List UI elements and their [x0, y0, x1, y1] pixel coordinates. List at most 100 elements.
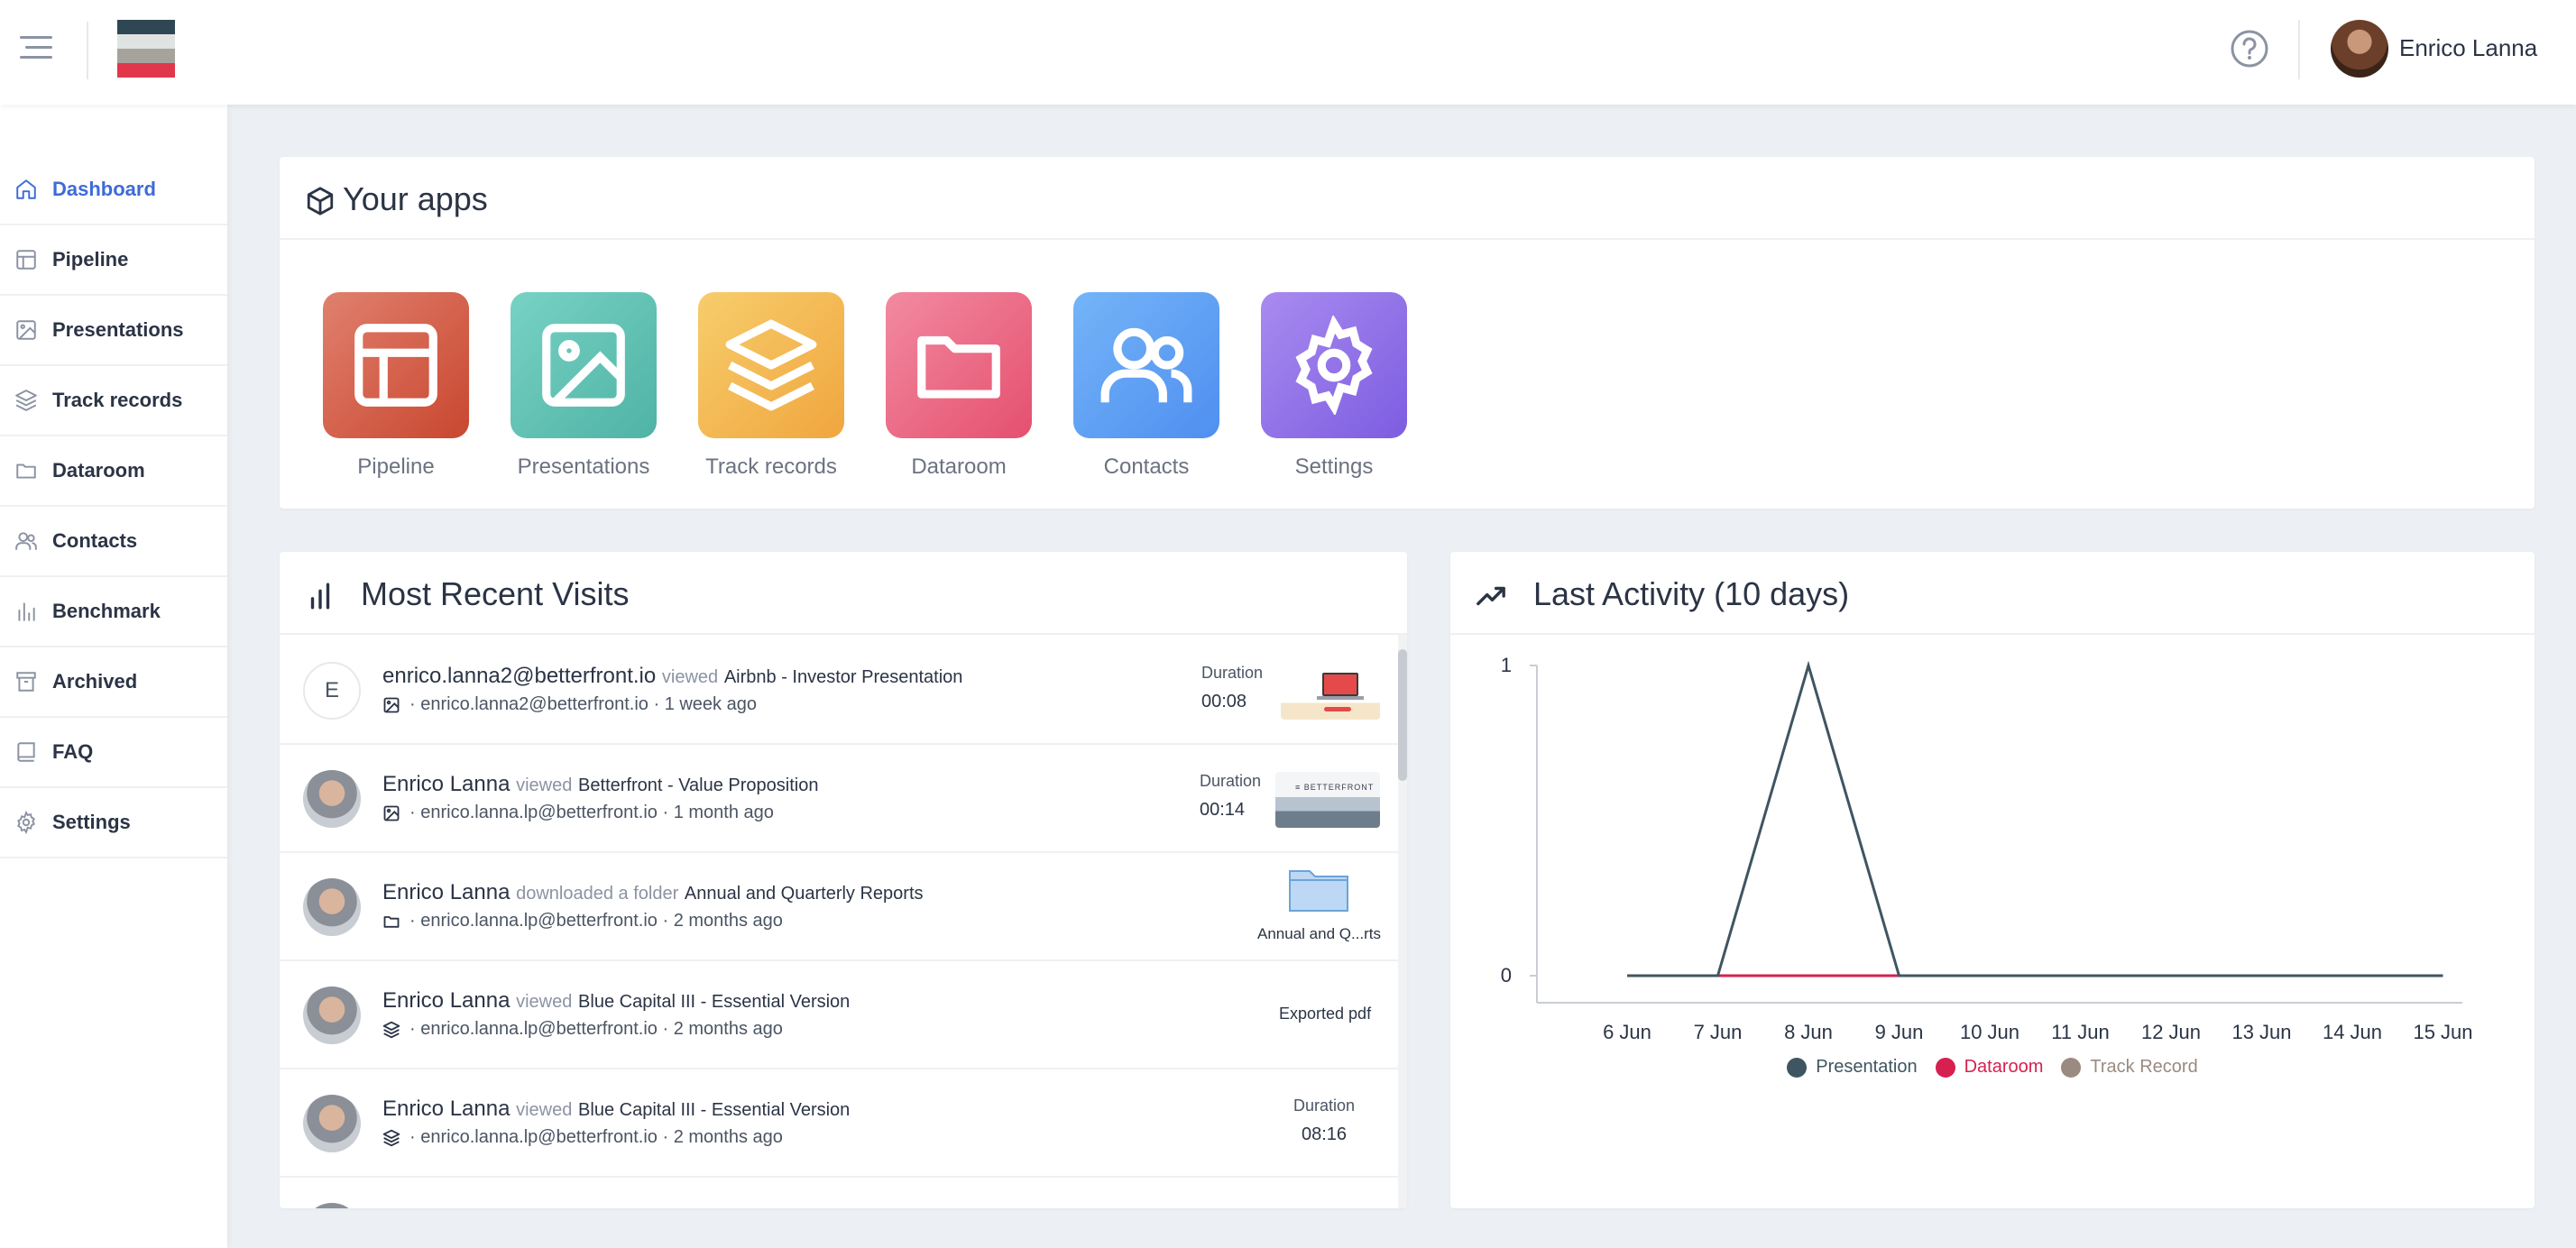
- sidebar-item-contacts[interactable]: Contacts: [0, 507, 227, 577]
- app-pipeline[interactable]: Pipeline: [323, 292, 469, 480]
- app-label: Settings: [1294, 454, 1374, 479]
- sidebar-item-label: Benchmark: [52, 600, 161, 622]
- menu-icon[interactable]: [20, 36, 56, 61]
- folder-icon: [16, 463, 36, 479]
- sidebar-item-track-records[interactable]: Track records: [0, 366, 227, 436]
- visitor-name[interactable]: Enrico Lanna: [382, 772, 510, 796]
- visit-duration: Duration 08:16: [1293, 1097, 1356, 1144]
- layout-icon: [16, 250, 36, 270]
- sidebar-item-label: Dataroom: [52, 459, 145, 482]
- visit-object[interactable]: Airbnb - Investor Presentation: [724, 667, 963, 687]
- visitor-name[interactable]: enrico.lanna2@betterfront.io: [382, 664, 656, 688]
- legend-swatch: [1935, 1057, 1955, 1078]
- x-tick-label: 12 Jun: [2141, 1021, 2201, 1043]
- visit-object[interactable]: Blue Capital III - Essential Version: [578, 1100, 850, 1120]
- visitor-name[interactable]: Enrico Lanna: [382, 1097, 510, 1121]
- image-icon: [383, 697, 400, 712]
- sidebar-item-label: Presentations: [52, 318, 184, 341]
- sidebar-item-label: FAQ: [52, 740, 94, 763]
- visitor-email: enrico.lanna.lp@betterfront.io: [420, 911, 658, 931]
- header-divider: [87, 22, 88, 79]
- sidebar-item-label: Archived: [52, 670, 138, 693]
- visit-row[interactable]: Enrico Lanna viewed Blue Capital III - E…: [280, 1069, 1402, 1178]
- visit-row[interactable]: Enrico Lanna viewed Blue Capital III - E…: [280, 961, 1402, 1069]
- user-name[interactable]: Enrico Lanna: [2399, 34, 2537, 62]
- gear-icon: [1295, 316, 1373, 415]
- visit-time: 1 month ago: [673, 803, 774, 822]
- legend-swatch: [2061, 1057, 2082, 1078]
- app-settings[interactable]: Settings: [1261, 292, 1407, 480]
- sidebar-item-faq[interactable]: FAQ: [0, 718, 227, 788]
- sidebar: Dashboard Pipeline Presentations Track r…: [0, 105, 227, 1248]
- sidebar-item-archived[interactable]: Archived: [0, 647, 227, 718]
- users-icon: [15, 532, 37, 550]
- visits-scrollbar[interactable]: [1398, 635, 1407, 1208]
- x-tick-label: 6 Jun: [1603, 1021, 1651, 1043]
- activity-card-header: Last Activity (10 days): [1450, 552, 2535, 635]
- app-dataroom[interactable]: Dataroom: [886, 292, 1032, 480]
- layers-icon: [15, 390, 37, 411]
- visitor-name[interactable]: Enrico Lanna: [382, 988, 510, 1013]
- visitor-avatar: [303, 986, 361, 1044]
- x-tick-label: 10 Jun: [1960, 1021, 2019, 1043]
- activity-title: Last Activity (10 days): [1533, 575, 1850, 612]
- sidebar-item-settings[interactable]: Settings: [0, 788, 227, 858]
- visit-row[interactable]: Enrico Lanna downloaded a folder Annual …: [280, 853, 1402, 961]
- sidebar-item-label: Pipeline: [52, 248, 129, 271]
- visit-object[interactable]: Betterfront - Value Proposition: [578, 775, 818, 795]
- legend-label: Track Record: [2090, 1057, 2198, 1077]
- bar-chart-icon: [310, 583, 330, 610]
- visit-duration: Duration 00:14: [1200, 772, 1262, 820]
- image-icon: [16, 320, 36, 340]
- folder-icon[interactable]: [1286, 864, 1351, 914]
- visit-time: 1 week ago: [664, 694, 757, 714]
- visitor-email: enrico.lanna.lp@betterfront.io: [420, 1127, 658, 1147]
- sidebar-item-benchmark[interactable]: Benchmark: [0, 577, 227, 647]
- image-icon: [383, 805, 400, 821]
- y-tick-label: 0: [1501, 964, 1512, 986]
- visit-row[interactable]: E enrico.lanna2@betterfront.io viewed Ai…: [280, 637, 1402, 745]
- recent-visits-card: Most Recent Visits E enrico.lanna2@bette…: [280, 552, 1407, 1208]
- legend-item[interactable]: Dataroom: [1935, 1057, 2044, 1078]
- presentation-thumbnail[interactable]: ≡ BETTERFRONT: [1275, 772, 1380, 828]
- series-line: [1627, 660, 2443, 977]
- apps-title: Your apps: [343, 180, 488, 217]
- chart-legend: Presentation Dataroom Track Record: [1450, 1057, 2535, 1078]
- visitor-avatar: [303, 1095, 361, 1152]
- visits-card-header: Most Recent Visits: [280, 552, 1407, 635]
- sidebar-item-dataroom[interactable]: Dataroom: [0, 436, 227, 507]
- visit-object[interactable]: Annual and Quarterly Reports: [685, 884, 924, 904]
- sidebar-item-dashboard[interactable]: Dashboard: [0, 155, 227, 225]
- archive-icon: [16, 672, 36, 692]
- legend-label: Dataroom: [1964, 1057, 2044, 1077]
- x-tick-label: 7 Jun: [1694, 1021, 1743, 1043]
- visit-object[interactable]: Blue Capital III - Essential Version: [578, 992, 850, 1012]
- sidebar-item-pipeline[interactable]: Pipeline: [0, 225, 227, 296]
- x-tick-label: 8 Jun: [1784, 1021, 1833, 1043]
- activity-line-chart: 0 1 6 Jun 7 Jun 8 Jun 9 Jun 10 Jun 11 Jun 12 Jun…: [1501, 654, 2473, 1043]
- visit-row[interactable]: [280, 1178, 1402, 1208]
- folder-icon: [917, 335, 1000, 399]
- app-label: Contacts: [1103, 454, 1190, 479]
- visitor-name[interactable]: Enrico Lanna: [382, 880, 510, 904]
- sidebar-item-presentations[interactable]: Presentations: [0, 296, 227, 366]
- app-presentations[interactable]: Presentations: [511, 292, 657, 480]
- presentation-thumbnail[interactable]: [1281, 664, 1380, 720]
- user-avatar[interactable]: [2331, 20, 2388, 78]
- sidebar-item-label: Track records: [52, 389, 183, 411]
- app-contacts[interactable]: Contacts: [1073, 292, 1219, 480]
- folder-icon: [383, 915, 400, 928]
- legend-item[interactable]: Presentation: [1787, 1057, 1918, 1078]
- layers-icon: [382, 1021, 400, 1038]
- thumbnail-brand-text: ≡ BETTERFRONT: [1295, 783, 1375, 792]
- x-tick-label: 9 Jun: [1875, 1021, 1924, 1043]
- x-tick-label: 11 Jun: [2051, 1021, 2109, 1043]
- visit-action: downloaded a folder: [516, 884, 679, 904]
- export-status: Exported pdf: [1279, 1005, 1372, 1023]
- visit-row[interactable]: Enrico Lanna viewed Betterfront - Value …: [280, 745, 1402, 853]
- company-logo[interactable]: [117, 20, 175, 78]
- legend-item[interactable]: Track Record: [2061, 1057, 2198, 1078]
- help-icon[interactable]: [2230, 29, 2269, 69]
- header-divider: [2298, 20, 2300, 79]
- app-track-records[interactable]: Track records: [698, 292, 844, 480]
